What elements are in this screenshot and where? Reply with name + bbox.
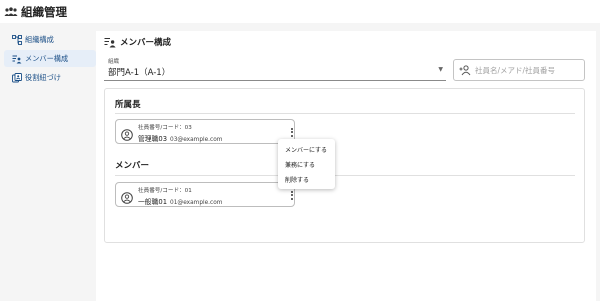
sidebar-item-member-structure[interactable]: メンバー構成 [4, 50, 96, 67]
sidebar-item-org-structure[interactable]: 組織構成 [4, 31, 96, 48]
group-title-head: 所属長 [115, 100, 141, 110]
app-header: 組織管理 [0, 0, 600, 23]
section-header: メンバー構成 [104, 35, 171, 49]
role-link-icon [11, 72, 22, 83]
member-name: 管理職03 [138, 135, 168, 143]
member-email: 01@example.com [170, 200, 223, 206]
user-avatar-icon [121, 126, 133, 141]
sidebar-item-label: 役割紐づけ [25, 72, 61, 82]
menu-item-make-concurrent[interactable]: 兼務にする [278, 157, 335, 172]
page-title: 組織管理 [21, 4, 67, 19]
member-card[interactable]: 社員番号/コード：03 管理職03 03@example.com [115, 119, 295, 144]
member-card[interactable]: 社員番号/コード：01 一般職01 01@example.com [115, 182, 295, 207]
dropdown-arrow-icon: ▼ [438, 66, 443, 73]
section-title: メンバー構成 [120, 38, 172, 48]
member-list-icon [11, 53, 22, 64]
member-code: 社員番号/コード：03 [138, 125, 192, 131]
member-list-icon [104, 36, 116, 48]
sidebar-item-role-binding[interactable]: 役割紐づけ [4, 69, 96, 86]
sidebar: 組織構成 メンバー構成 役割紐づけ [4, 31, 96, 88]
main-content: メンバー構成 組織 部門A-1（A-1） ▼ 所属長 [96, 31, 596, 301]
add-person-icon [459, 64, 471, 76]
user-avatar-icon [121, 189, 133, 204]
member-name-line: 一般職01 01@example.com [138, 196, 222, 206]
member-name: 一般職01 [138, 198, 168, 206]
member-code: 社員番号/コード：01 [138, 188, 192, 194]
divider [115, 175, 575, 176]
org-tree-icon [11, 34, 22, 45]
member-search-box[interactable] [453, 59, 585, 81]
search-input[interactable] [475, 65, 575, 75]
menu-item-delete[interactable]: 削除する [278, 172, 335, 187]
menu-item-make-member[interactable]: メンバーにする [278, 142, 335, 157]
org-select-value: 部門A-1（A-1） [108, 68, 171, 78]
organization-icon [4, 5, 18, 19]
sidebar-item-label: メンバー構成 [25, 53, 69, 63]
member-context-menu: メンバーにする 兼務にする 削除する [278, 139, 335, 189]
more-options-icon[interactable] [288, 124, 296, 140]
org-select-label: 組織 [108, 59, 120, 65]
org-select[interactable]: 組織 部門A-1（A-1） ▼ [104, 55, 446, 81]
members-panel: 所属長 社員番号/コード：03 管理職03 03@example.com メンバー [104, 88, 585, 243]
group-title-member: メンバー [115, 161, 150, 171]
more-options-icon[interactable] [288, 187, 296, 203]
member-name-line: 管理職03 03@example.com [138, 133, 222, 143]
sidebar-item-label: 組織構成 [25, 34, 54, 44]
member-email: 03@example.com [170, 137, 223, 143]
divider [115, 113, 575, 114]
